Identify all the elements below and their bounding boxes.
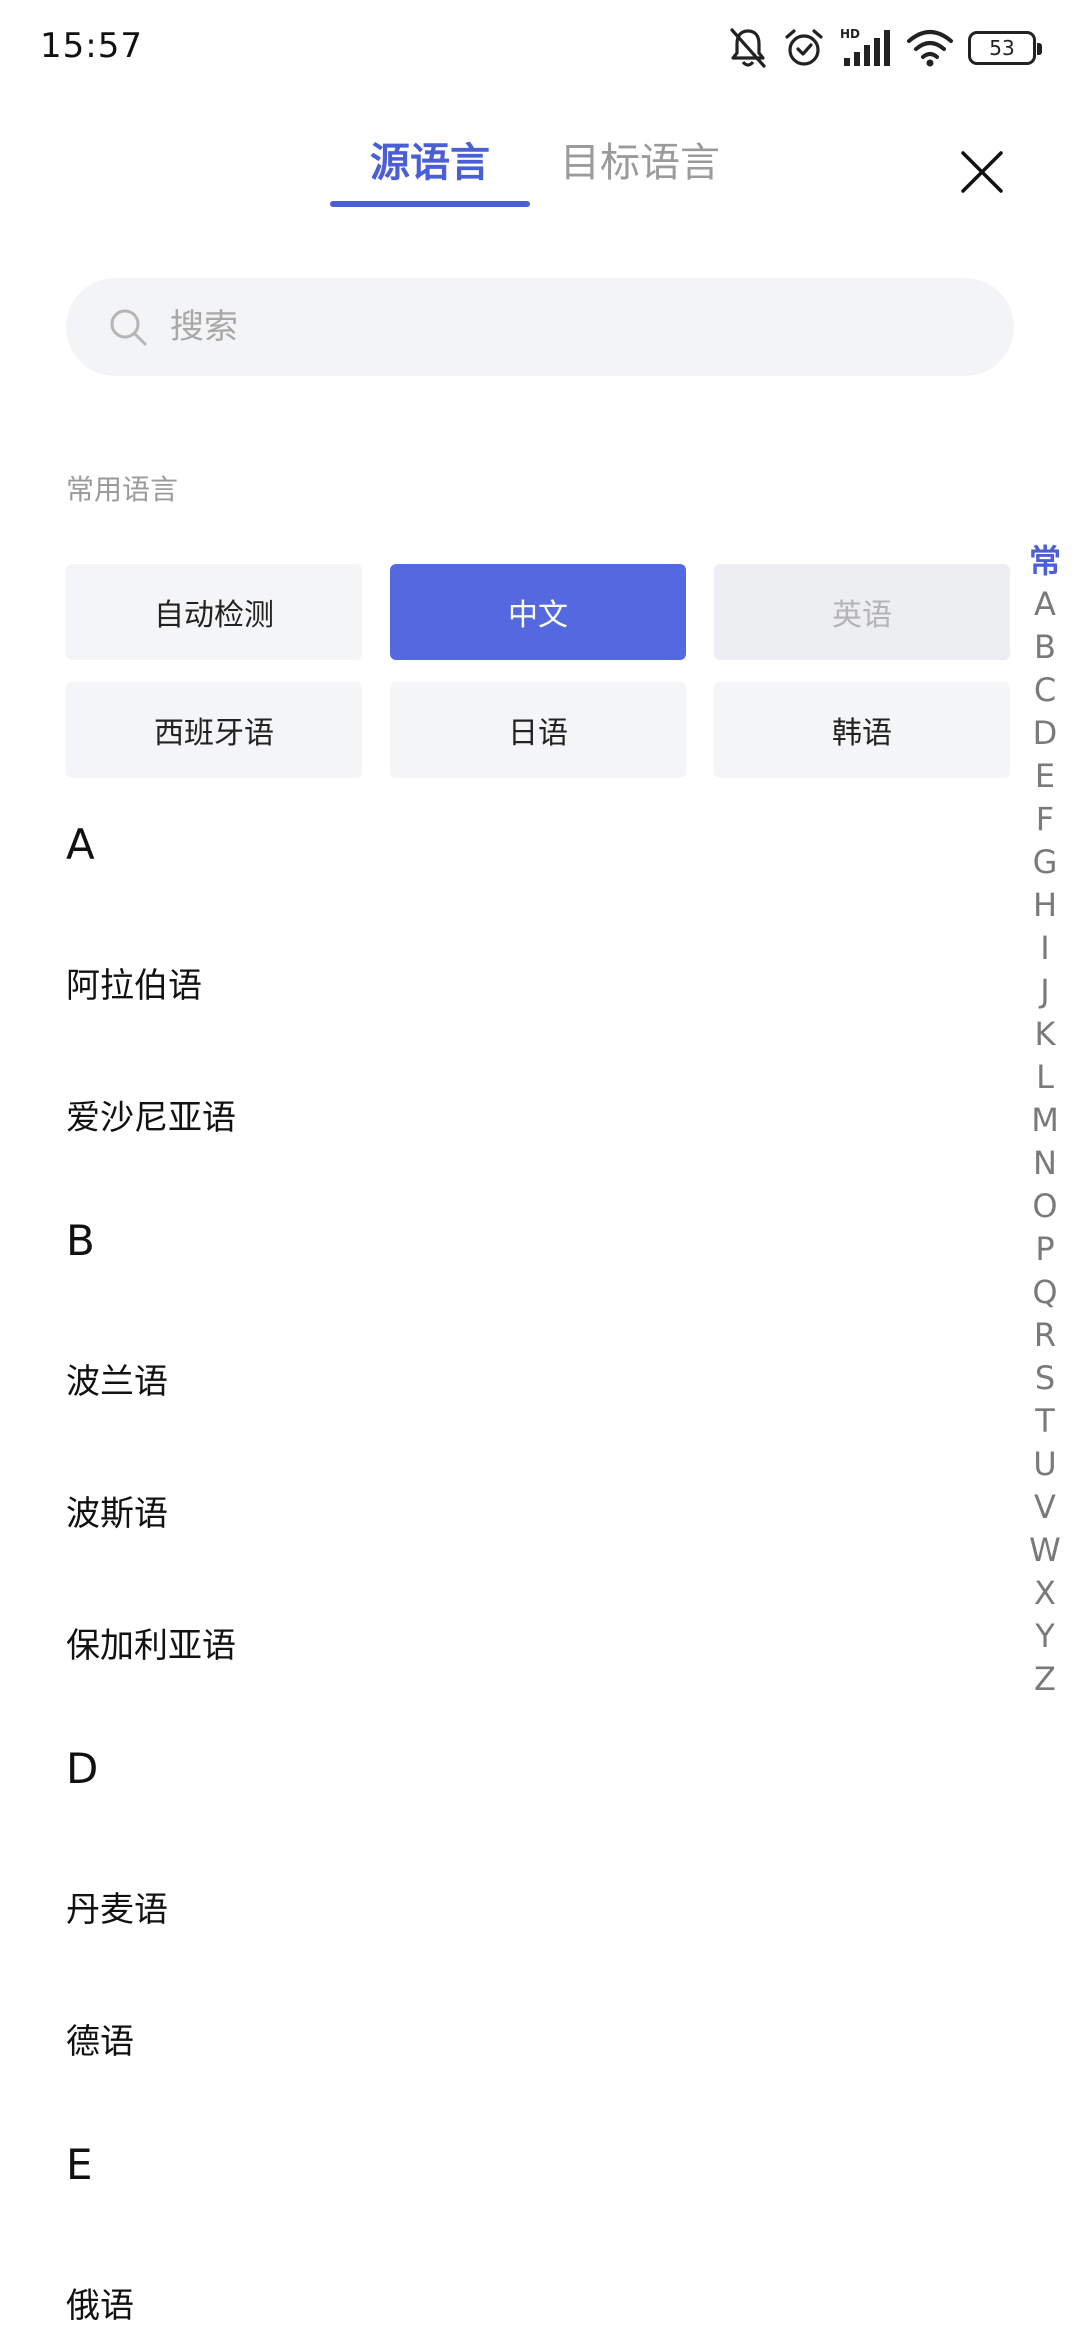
index-letter-w[interactable]: W <box>1029 1529 1061 1572</box>
search-input[interactable] <box>170 307 970 347</box>
active-tab-indicator <box>330 201 530 207</box>
alphabet-index[interactable]: 常 A B C D E F G H I J K L M N O P Q R S … <box>1025 540 1065 1701</box>
list-item[interactable]: 爱沙尼亚语 <box>66 1046 966 1178</box>
group-header-b: B <box>66 1216 95 1265</box>
list-item[interactable]: 德语 <box>66 1970 966 2102</box>
index-letter-i[interactable]: I <box>1040 927 1049 970</box>
index-letter-y[interactable]: Y <box>1035 1615 1055 1658</box>
tab-source-language[interactable]: 源语言 <box>330 130 530 210</box>
chip-english: 英语 <box>714 564 1010 660</box>
common-languages-label: 常用语言 <box>66 473 179 506</box>
signal-hd-icon: HD <box>840 27 890 66</box>
index-letter-l[interactable]: L <box>1036 1056 1054 1099</box>
index-letter-t[interactable]: T <box>1035 1400 1055 1443</box>
language-picker-screen: 15:57 HD 53 源语言 目标语言 搜索 常用语言 自动检测 中文 英语 … <box>0 0 1080 2340</box>
group-header-d: D <box>66 1744 99 1793</box>
list-item[interactable]: 阿拉伯语 <box>66 914 966 1046</box>
battery-icon: 53 <box>968 31 1042 65</box>
index-letter-a[interactable]: A <box>1034 583 1056 626</box>
index-letter-s[interactable]: S <box>1035 1357 1055 1400</box>
index-letter-common[interactable]: 常 <box>1029 540 1061 583</box>
list-item[interactable]: 俄语 <box>66 2234 966 2340</box>
chip-chinese[interactable]: 中文 <box>390 564 686 660</box>
close-icon <box>961 151 1003 193</box>
index-letter-n[interactable]: N <box>1033 1142 1057 1185</box>
list-item[interactable]: 保加利亚语 <box>66 1574 966 1706</box>
search-bar[interactable] <box>66 278 1014 376</box>
index-letter-q[interactable]: Q <box>1032 1271 1057 1314</box>
index-letter-h[interactable]: H <box>1033 884 1057 927</box>
close-button[interactable] <box>950 140 1014 204</box>
list-item[interactable]: 波兰语 <box>66 1310 966 1442</box>
wifi-icon <box>907 30 953 67</box>
chip-korean[interactable]: 韩语 <box>714 682 1010 778</box>
common-languages-grid: 自动检测 中文 英语 西班牙语 日语 韩语 <box>66 564 1010 778</box>
group-header-e: E <box>66 2140 93 2189</box>
chip-auto-detect[interactable]: 自动检测 <box>66 564 362 660</box>
signal-hd-badge: HD <box>840 27 860 41</box>
index-letter-z[interactable]: Z <box>1034 1658 1056 1701</box>
battery-level: 53 <box>989 36 1015 60</box>
index-letter-r[interactable]: R <box>1034 1314 1056 1357</box>
index-letter-m[interactable]: M <box>1031 1099 1059 1142</box>
index-letter-b[interactable]: B <box>1034 626 1056 669</box>
group-header-a: A <box>66 820 95 869</box>
status-bar: 15:57 HD 53 <box>0 0 1080 96</box>
index-letter-x[interactable]: X <box>1034 1572 1056 1615</box>
bell-muted-icon <box>730 28 766 68</box>
index-letter-k[interactable]: K <box>1035 1013 1056 1056</box>
tab-target-language[interactable]: 目标语言 <box>555 130 725 210</box>
index-letter-o[interactable]: O <box>1032 1185 1057 1228</box>
status-time: 15:57 <box>40 26 143 66</box>
list-item[interactable]: 丹麦语 <box>66 1838 966 1970</box>
chip-japanese[interactable]: 日语 <box>390 682 686 778</box>
search-icon <box>110 309 147 346</box>
index-letter-f[interactable]: F <box>1036 798 1054 841</box>
index-letter-j[interactable]: J <box>1040 970 1049 1013</box>
index-letter-p[interactable]: P <box>1035 1228 1054 1271</box>
index-letter-g[interactable]: G <box>1033 841 1058 884</box>
index-letter-e[interactable]: E <box>1035 755 1055 798</box>
index-letter-u[interactable]: U <box>1033 1443 1056 1486</box>
alarm-icon <box>785 29 823 66</box>
index-letter-v[interactable]: V <box>1034 1486 1056 1529</box>
chip-spanish[interactable]: 西班牙语 <box>66 682 362 778</box>
language-list: A 阿拉伯语 爱沙尼亚语 B 波兰语 波斯语 保加利亚语 D 丹麦语 德语 E … <box>66 782 966 2340</box>
status-icons: HD 53 <box>728 24 1042 72</box>
index-letter-d[interactable]: D <box>1033 712 1058 755</box>
list-item[interactable]: 波斯语 <box>66 1442 966 1574</box>
index-letter-c[interactable]: C <box>1034 669 1056 712</box>
